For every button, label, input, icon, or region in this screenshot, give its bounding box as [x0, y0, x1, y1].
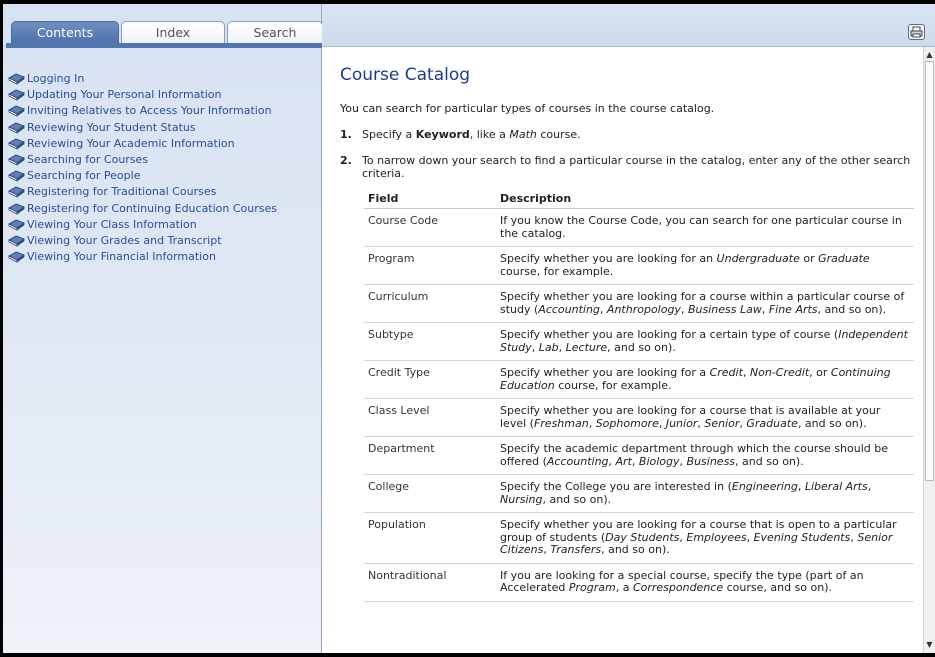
- description-cell: Specify the College you are interested i…: [496, 474, 914, 513]
- toc-item[interactable]: Reviewing Your Student Status: [8, 120, 277, 136]
- book-icon: [8, 73, 25, 85]
- field-cell: Course Code: [364, 208, 496, 247]
- content-toolbar: [322, 4, 935, 47]
- field-cell: Program: [364, 246, 496, 285]
- book-icon: [8, 170, 25, 182]
- table-row: Department Specify the academic departmen…: [364, 436, 914, 475]
- table-row: Nontraditional If you are looking for a s…: [364, 563, 914, 602]
- column-header-field: Field: [364, 190, 496, 209]
- tab-search[interactable]: Search: [227, 21, 323, 43]
- toc-item-label: Reviewing Your Academic Information: [27, 136, 235, 150]
- nav-tabs: Contents Index Search: [9, 21, 323, 43]
- toc-item-label: Registering for Continuing Education Cou…: [27, 201, 278, 215]
- tab-contents[interactable]: Contents: [11, 21, 119, 43]
- field-cell: Credit Type: [364, 360, 496, 399]
- toc-item-label: Viewing Your Financial Information: [27, 250, 216, 264]
- toc-item-label: Logging In: [27, 72, 85, 85]
- description-cell: Specify whether you are looking for a ce…: [496, 322, 914, 361]
- toc-item-label: Viewing Your Grades and Transcript: [27, 233, 222, 247]
- description-cell: Specify whether you are looking for an U…: [496, 246, 914, 285]
- field-cell: Department: [364, 436, 496, 475]
- table-row: Credit Type Specify whether you are looki…: [364, 360, 914, 399]
- book-icon: [8, 105, 25, 118]
- print-icon[interactable]: [908, 24, 925, 40]
- step-text: Specify a Keyword, like a Math course.: [362, 128, 581, 141]
- content-pane: Course Catalog You can search for partic…: [322, 4, 935, 653]
- toc-item-label: Reviewing Your Student Status: [27, 120, 196, 134]
- field-cell: Curriculum: [364, 284, 496, 323]
- field-cell: College: [364, 474, 496, 513]
- book-icon: [8, 235, 25, 247]
- description-cell: If you know the Course Code, you can sea…: [496, 208, 914, 247]
- intro-text: You can search for particular types of c…: [340, 102, 715, 115]
- toc-item[interactable]: Viewing Your Financial Information: [8, 249, 277, 265]
- toc-item-label: Inviting Relatives to Access Your Inform…: [27, 104, 272, 118]
- step-number: 2.: [340, 154, 352, 167]
- toc-item[interactable]: Inviting Relatives to Access Your Inform…: [8, 103, 277, 119]
- table-row: Course Code If you know the Course Code, …: [364, 208, 914, 247]
- tab-underline: [6, 43, 324, 48]
- table-row: Class Level Specify whether you are looki…: [364, 398, 914, 437]
- table-row: Program Specify whether you are looking f…: [364, 246, 914, 285]
- book-icon: [8, 219, 25, 231]
- table-of-contents: Logging In Updating Your Personal Informa…: [8, 71, 278, 265]
- toc-item[interactable]: Viewing Your Grades and Transcript: [8, 233, 277, 249]
- fields-table: Field Description Course Code If you know…: [364, 190, 914, 602]
- toc-item[interactable]: Reviewing Your Academic Information: [8, 136, 277, 152]
- book-icon: [8, 251, 25, 263]
- toc-item-label: Searching for People: [27, 169, 141, 183]
- description-cell: Specify whether you are looking for a co…: [496, 398, 914, 437]
- description-cell: Specify whether you are looking for a co…: [496, 512, 914, 564]
- toc-item-label: Viewing Your Class Information: [27, 217, 197, 231]
- vertical-scrollbar[interactable]: ▲ ▼: [923, 47, 935, 653]
- toc-item[interactable]: Searching for People: [8, 168, 277, 184]
- table-row: Subtype Specify whether you are looking f…: [364, 322, 914, 361]
- book-icon: [8, 203, 25, 215]
- toc-item[interactable]: Viewing Your Class Information: [8, 217, 277, 233]
- navigation-pane: Contents Index Search Logging In Updating…: [3, 4, 324, 653]
- book-icon: [8, 186, 25, 198]
- field-cell: Subtype: [364, 322, 496, 361]
- toc-item[interactable]: Logging In: [8, 71, 277, 87]
- description-cell: Specify whether you are looking for a Cr…: [496, 360, 914, 399]
- toc-item[interactable]: Searching for Courses: [8, 152, 277, 168]
- field-cell: Nontraditional: [364, 563, 496, 602]
- toc-item[interactable]: Updating Your Personal Information: [8, 87, 277, 103]
- step-number: 1.: [340, 128, 352, 141]
- table-row: Curriculum Specify whether you are lookin…: [364, 284, 914, 323]
- column-header-description: Description: [496, 190, 914, 209]
- toc-item-label: Updating Your Personal Information: [27, 88, 222, 102]
- toc-item[interactable]: Registering for Continuing Education Cou…: [8, 201, 278, 217]
- toc-item-label: Searching for Courses: [27, 152, 149, 166]
- description-cell: Specify the academic department through …: [496, 436, 914, 475]
- book-icon: [8, 154, 25, 166]
- book-icon: [8, 122, 25, 134]
- description-cell: If you are looking for a special course,…: [496, 563, 914, 602]
- book-icon: [8, 89, 25, 101]
- help-article: Course Catalog You can search for partic…: [322, 47, 923, 653]
- toc-item-label: Registering for Traditional Courses: [27, 185, 217, 199]
- scroll-up-icon[interactable]: ▲: [925, 49, 934, 61]
- field-cell: Population: [364, 512, 496, 564]
- table-row: College Specify the College you are inter…: [364, 474, 914, 513]
- table-header-row: Field Description: [364, 190, 914, 209]
- book-icon: [8, 138, 25, 150]
- step-text: To narrow down your search to find a par…: [362, 154, 911, 180]
- toc-item[interactable]: Registering for Traditional Courses: [8, 184, 277, 200]
- scroll-down-icon[interactable]: ▼: [925, 639, 934, 651]
- description-cell: Specify whether you are looking for a co…: [496, 284, 914, 323]
- page-title: Course Catalog: [340, 65, 471, 85]
- field-cell: Class Level: [364, 398, 496, 437]
- scrollbar-thumb[interactable]: [925, 61, 934, 481]
- table-row: Population Specify whether you are lookin…: [364, 512, 914, 564]
- tab-index[interactable]: Index: [121, 21, 225, 43]
